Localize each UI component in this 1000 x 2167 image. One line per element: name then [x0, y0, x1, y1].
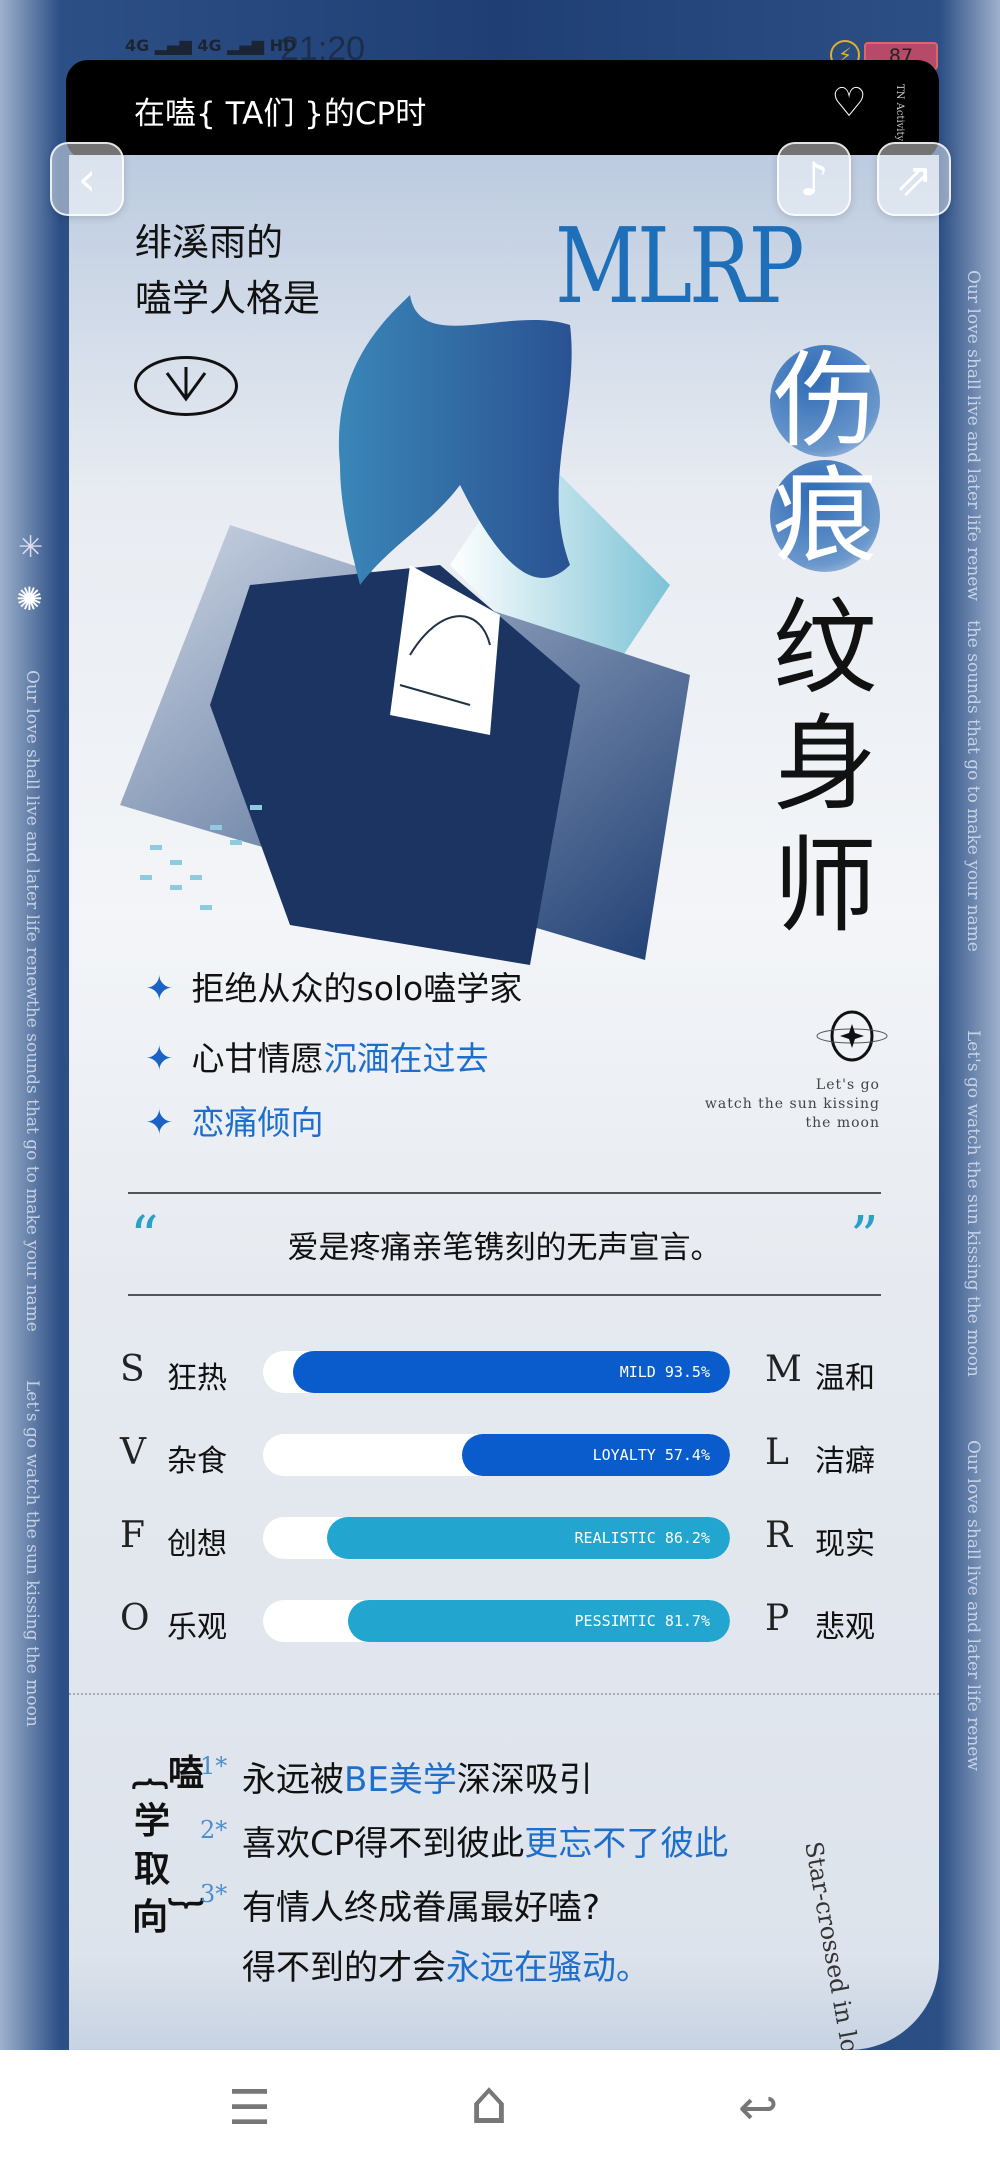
- side-text: Let's go watch the sun kissing the moon: [963, 1030, 983, 1377]
- dimension-row: O 乐观 PESSIMTIC 81.7% P 悲观: [0, 1598, 1000, 1645]
- intro-line: 绯溪雨的: [135, 221, 283, 264]
- orientation-item: 2* 喜欢CP得不到彼此更忘不了彼此: [200, 1816, 729, 1864]
- sparkle-icon: ✳: [18, 530, 44, 565]
- left-label: 乐观: [167, 1610, 227, 1645]
- dimension-row: S 狂热 MILD 93.5% M 温和: [0, 1349, 1000, 1396]
- trait-item: ✦ 心甘情愿沉湎在过去: [145, 1039, 489, 1079]
- back-nav-icon[interactable]: ↩: [738, 2080, 778, 2136]
- right-label: 温和: [815, 1361, 875, 1396]
- star-icon: ✦: [145, 1039, 174, 1079]
- star-icon: ✦: [145, 969, 174, 1009]
- right-label: 悲观: [815, 1610, 875, 1645]
- dimension-bar-fill: REALISTIC 86.2%: [327, 1517, 730, 1559]
- trait-item: ✦ 拒绝从众的solo嗑学家: [145, 969, 523, 1009]
- quote-text: 爱是疼痛亲笔镌刻的无声宣言。: [287, 1230, 722, 1266]
- planet-star-icon: [816, 1010, 888, 1062]
- dashed-divider: [69, 1693, 939, 1695]
- right-label: 现实: [815, 1527, 875, 1562]
- orientation-item: 1* 永远被BE美学深深吸引: [200, 1752, 593, 1800]
- dimension-bar: LOYALTY 57.4%: [263, 1434, 730, 1476]
- side-text: the sounds that go to make your name: [22, 1000, 42, 1332]
- header-side-text: TN Activity: [894, 84, 905, 142]
- close-quote: ”: [850, 1205, 879, 1270]
- heart-icon[interactable]: ♡: [831, 80, 867, 126]
- share-button[interactable]: ⇗: [877, 142, 951, 216]
- right-label: 洁癖: [815, 1444, 875, 1479]
- left-label: 创想: [167, 1527, 227, 1562]
- orientation-item: 3* 有情人终成眷属最好嗑?: [200, 1880, 601, 1928]
- motto-text: Let's go watch the sun kissing the moon: [704, 1077, 880, 1131]
- right-letter: M: [765, 1349, 802, 1390]
- divider: [128, 1294, 881, 1296]
- right-letter: R: [765, 1515, 793, 1556]
- flower-icon: ✺: [16, 580, 43, 618]
- type-code: MLRP: [555, 205, 804, 327]
- dimension-bar-fill: LOYALTY 57.4%: [461, 1434, 730, 1476]
- home-icon[interactable]: ⌂: [470, 2068, 508, 2138]
- left-letter: S: [120, 1349, 145, 1390]
- dimension-row: V 杂食 LOYALTY 57.4% L 洁癖: [0, 1432, 1000, 1479]
- dimension-bar-fill: PESSIMTIC 81.7%: [348, 1600, 730, 1642]
- right-letter: L: [765, 1432, 789, 1473]
- side-text: Our love shall live and later life renew: [22, 670, 42, 1001]
- type-name-char: 身: [772, 703, 877, 825]
- left-letter: O: [120, 1598, 150, 1639]
- type-name-char: 痕: [770, 460, 880, 572]
- left-letter: V: [120, 1432, 146, 1473]
- dimension-row: F 创想 REALISTIC 86.2% R 现实: [0, 1515, 1000, 1562]
- left-label: 狂热: [167, 1361, 227, 1396]
- type-name-char: 伤: [770, 345, 880, 457]
- right-letter: P: [765, 1598, 790, 1639]
- star-icon: ✦: [145, 1103, 174, 1143]
- type-name-char: 纹: [772, 587, 877, 709]
- menu-icon[interactable]: ☰: [228, 2080, 271, 2136]
- left-label: 杂食: [167, 1444, 227, 1479]
- left-letter: F: [120, 1515, 145, 1556]
- dimension-bar: REALISTIC 86.2%: [263, 1517, 730, 1559]
- trait-item: ✦ 恋痛倾向: [145, 1103, 324, 1143]
- side-text: the sounds that go to make your name: [963, 620, 983, 952]
- character-illustration: [120, 295, 690, 965]
- dimension-bar: MILD 93.5%: [263, 1351, 730, 1393]
- divider: [128, 1192, 881, 1194]
- page-title: 在嗑{ TA们 }的CP时: [134, 96, 427, 132]
- orientation-item-continued: 得不到的才会永远在骚动。: [242, 1948, 650, 1988]
- dimension-bar-fill: MILD 93.5%: [293, 1351, 730, 1393]
- back-button[interactable]: ‹: [50, 142, 124, 216]
- side-text: Our love shall live and later life renew: [963, 270, 983, 601]
- type-name-char: 师: [772, 825, 877, 947]
- status-signal: 4G ▂▄▆ 4G ▂▄▆ HD: [125, 36, 297, 55]
- orientation-label: ︷嗑学取向︸: [132, 1753, 205, 1938]
- dimension-bar: PESSIMTIC 81.7%: [263, 1600, 730, 1642]
